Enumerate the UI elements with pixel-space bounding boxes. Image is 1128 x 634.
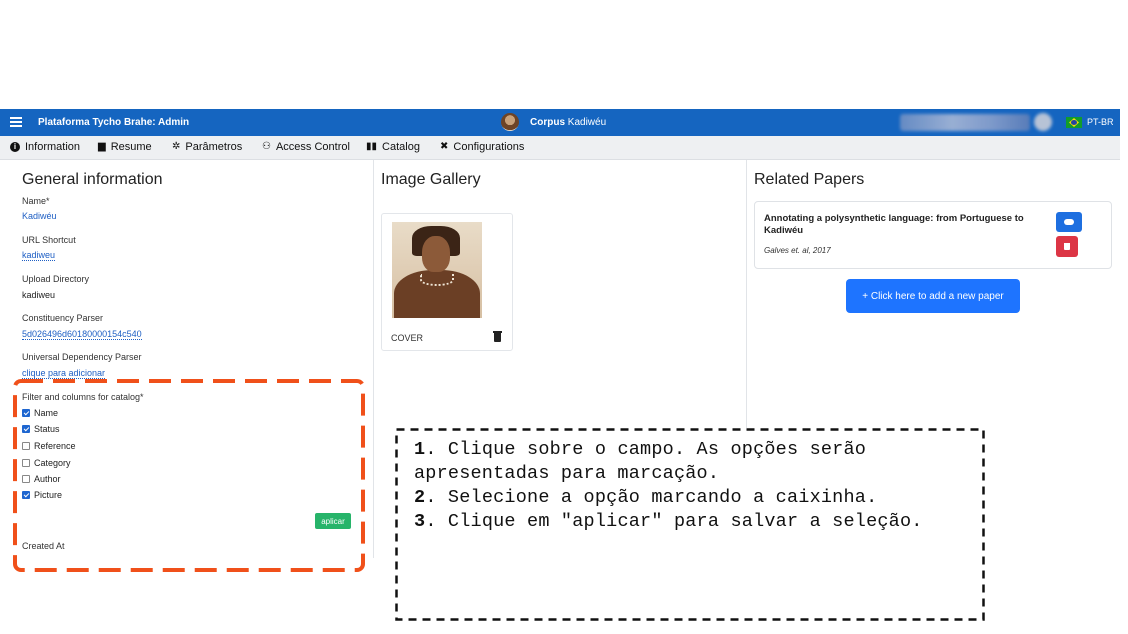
highlight-box xyxy=(13,379,365,572)
instruction-callout: 1. Clique sobre o campo. As opções serão… xyxy=(395,428,985,621)
cloud-upload-icon xyxy=(1064,219,1074,225)
tab-label: Configurations xyxy=(453,141,525,153)
step-number: 2 xyxy=(414,487,426,508)
corpus-label: Corpus Kadiwéu xyxy=(530,117,606,128)
cover-label: COVER xyxy=(391,333,424,343)
constituency-parser-label: Constituency Parser xyxy=(22,313,104,323)
tab-access-control[interactable]: ⚇ Access Control xyxy=(262,141,350,153)
tab-parametros[interactable]: ✲ Parâmetros xyxy=(172,141,242,153)
step-number: 3 xyxy=(414,511,426,532)
ud-parser-add-link[interactable]: clique para adicionar xyxy=(22,368,106,379)
url-shortcut-value[interactable]: kadiweu xyxy=(22,250,56,261)
delete-paper-button[interactable] xyxy=(1056,236,1078,257)
upload-paper-button[interactable] xyxy=(1056,212,1082,232)
tab-label: Information xyxy=(25,141,81,153)
upload-directory-label: Upload Directory xyxy=(22,274,90,284)
constituency-parser-value[interactable]: 5d026496d60180000154c540 xyxy=(22,329,142,340)
ud-parser-label: Universal Dependency Parser xyxy=(22,352,142,362)
general-info-heading: General information xyxy=(22,171,163,188)
paper-authors: Galves et. al, 2017 xyxy=(764,246,831,255)
trash-icon[interactable] xyxy=(493,331,502,342)
paper-title: Annotating a polysynthetic language: fro… xyxy=(764,213,1024,236)
name-value[interactable]: Kadiwéu xyxy=(22,211,57,221)
corpus-prefix: Corpus xyxy=(530,117,565,128)
tools-icon: ✖ xyxy=(440,141,449,152)
tab-label: Catalog xyxy=(382,141,420,153)
step-text: . Clique sobre o campo. As opções serão … xyxy=(414,439,867,484)
tab-configurations[interactable]: ✖ Configurations xyxy=(440,141,524,153)
upload-directory-value: kadiweu xyxy=(22,290,56,300)
user-name-blurred[interactable] xyxy=(900,114,1030,131)
top-navbar: Plataforma Tycho Brahe: Admin Corpus Kad… xyxy=(0,109,1120,136)
column-divider xyxy=(373,160,374,558)
step-text: . Selecione a opção marcando a caixinha. xyxy=(425,487,878,508)
tab-information[interactable]: i Information xyxy=(10,141,80,153)
tab-label: Access Control xyxy=(275,141,350,153)
step-number: 1 xyxy=(414,439,426,460)
image-gallery-heading: Image Gallery xyxy=(381,171,481,188)
tab-bar: i Information ▆ Resume ✲ Parâmetros ⚇ Ac… xyxy=(0,136,1120,160)
name-label: Name* xyxy=(22,196,50,206)
info-icon: i xyxy=(10,142,20,152)
add-paper-button[interactable]: + Click here to add a new paper xyxy=(846,279,1020,313)
file-icon: ▆ xyxy=(98,141,106,152)
related-papers-heading: Related Papers xyxy=(754,171,865,188)
tab-catalog[interactable]: ▮▮ Catalog xyxy=(366,141,420,153)
trash-icon xyxy=(1064,243,1070,250)
tab-label: Parâmetros xyxy=(185,141,243,153)
brazil-flag-icon[interactable] xyxy=(1066,117,1082,128)
corpus-name: Kadiwéu xyxy=(567,117,607,128)
hamburger-menu-icon[interactable] xyxy=(10,114,22,130)
step-text: . Clique em "aplicar" para salvar a sele… xyxy=(425,511,923,532)
url-shortcut-label: URL Shortcut xyxy=(22,235,76,245)
book-icon: ▮▮ xyxy=(366,141,378,152)
app-title[interactable]: Plataforma Tycho Brahe: Admin xyxy=(38,117,189,128)
corpus-avatar xyxy=(501,113,519,131)
users-icon: ⚇ xyxy=(262,141,271,152)
tab-label: Resume xyxy=(110,141,152,153)
user-avatar[interactable] xyxy=(1034,113,1052,131)
gears-icon: ✲ xyxy=(172,141,181,152)
instruction-text: 1. Clique sobre o campo. As opções serão… xyxy=(414,438,974,534)
tab-resume[interactable]: ▆ Resume xyxy=(98,141,152,153)
cover-image[interactable] xyxy=(392,222,482,318)
language-selector[interactable]: PT-BR xyxy=(1087,117,1114,127)
